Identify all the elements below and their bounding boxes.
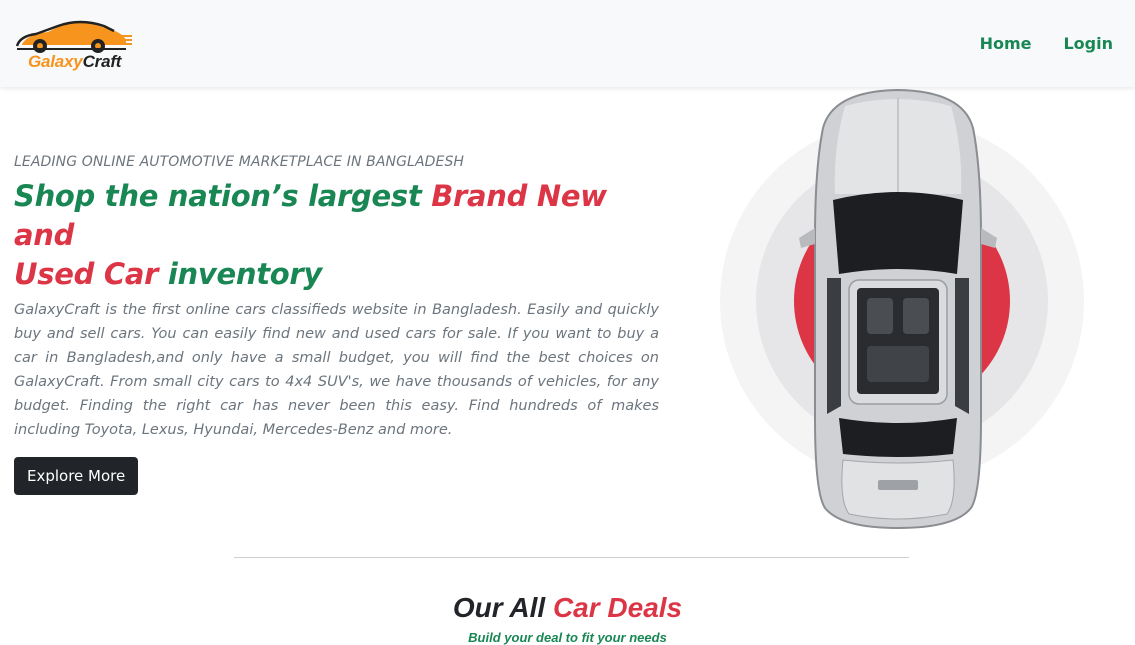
navbar: GalaxyCraft Home Login <box>0 0 1135 87</box>
headline-part4: inventory <box>158 257 322 291</box>
car-top-view-icon <box>720 88 1084 530</box>
headline-part3: Used Car <box>14 257 159 291</box>
brand-name-part2: Craft <box>82 51 122 71</box>
brand-name-part1: Galaxy <box>28 51 83 71</box>
deals-title: Our All Car Deals <box>0 592 1135 624</box>
hero-content: LEADING ONLINE AUTOMOTIVE MARKETPLACE IN… <box>14 150 659 495</box>
section-divider <box>234 557 909 558</box>
hero-image <box>715 88 1095 533</box>
nav-login-link[interactable]: Login <box>1063 34 1113 53</box>
hero-description: GalaxyCraft is the first online cars cla… <box>14 302 659 438</box>
deals-subtitle: Build your deal to fit your needs <box>468 630 667 645</box>
deals-title-part2: Car Deals <box>552 592 683 623</box>
explore-more-button[interactable]: Explore More <box>14 457 139 495</box>
hero-headline: Shop the nation’s largest Brand New and … <box>14 177 659 294</box>
deals-title-part1: Our All <box>452 592 553 623</box>
headline-part1: Shop the nation’s largest <box>14 179 432 213</box>
brand-name: GalaxyCraft <box>28 52 121 72</box>
brand-logo[interactable]: GalaxyCraft <box>14 14 134 74</box>
nav-links: Home Login <box>980 34 1113 53</box>
nav-home-link[interactable]: Home <box>980 34 1032 53</box>
hero-kicker: LEADING ONLINE AUTOMOTIVE MARKETPLACE IN… <box>14 154 465 170</box>
